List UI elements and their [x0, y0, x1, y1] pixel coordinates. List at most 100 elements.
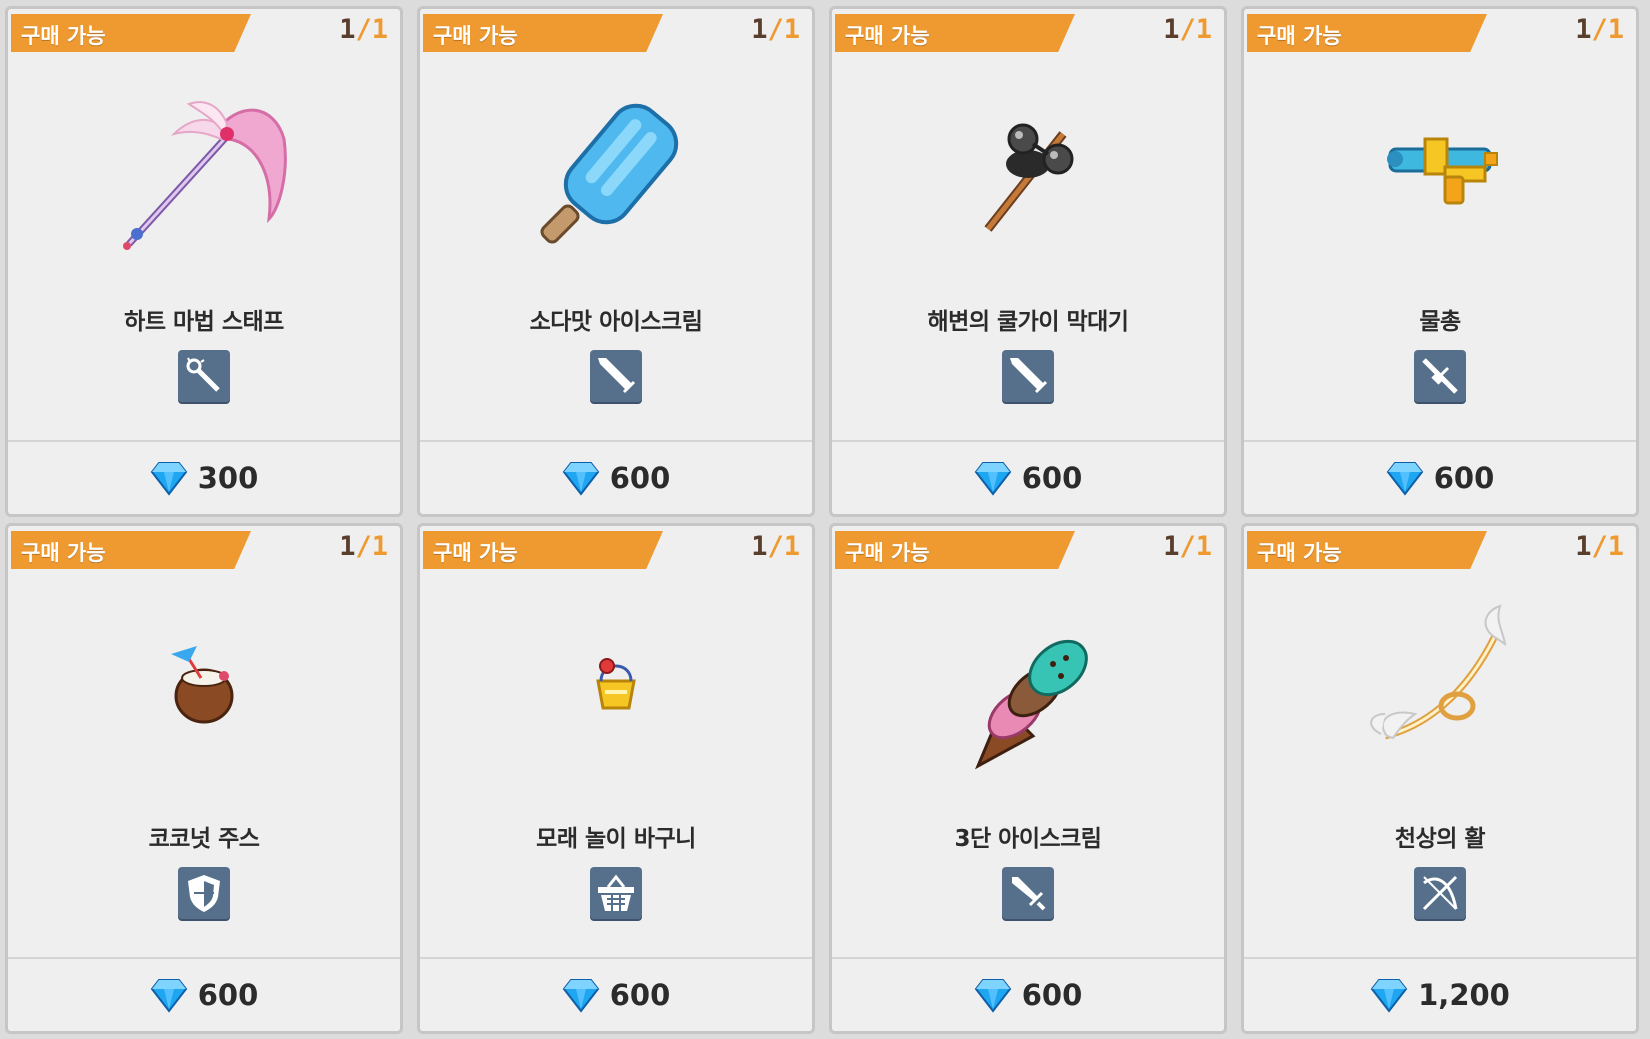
shield-type-icon	[178, 867, 230, 919]
water-gun-image	[1387, 137, 1498, 205]
count-separator: /	[355, 531, 372, 562]
price-footer[interactable]: 600	[1244, 440, 1636, 514]
badge-label: 구매 가능	[1257, 541, 1342, 565]
gun-type-icon	[1414, 350, 1466, 402]
item-name: 코코넛 주스	[148, 826, 260, 852]
pink-scythe-staff-image	[123, 101, 287, 250]
count-separator: /	[355, 14, 372, 45]
available-badge: 구매 가능	[423, 531, 663, 569]
item-name: 천상의 활	[1394, 826, 1486, 852]
purchase-count: 1/1	[339, 531, 388, 562]
count-max: 1	[783, 531, 800, 562]
sand-bucket-image	[596, 658, 636, 710]
winged-bow-image	[1370, 604, 1507, 740]
price-value: 600	[1021, 978, 1083, 1012]
count-current: 1	[1163, 531, 1180, 562]
shop-item-card[interactable]: 구매 가능 1/1 물총 600	[1241, 6, 1639, 517]
purchase-count: 1/1	[1575, 14, 1624, 45]
triple-ice-cream-image	[974, 639, 1088, 770]
count-max: 1	[783, 14, 800, 45]
count-current: 1	[751, 14, 768, 45]
gem-icon	[150, 462, 187, 496]
price-value: 600	[197, 978, 259, 1012]
price-value: 1,200	[1418, 978, 1510, 1012]
badge-label: 구매 가능	[21, 541, 106, 565]
count-max: 1	[1607, 14, 1624, 45]
purchase-count: 1/1	[751, 14, 800, 45]
count-max: 1	[371, 531, 388, 562]
bow-type-icon	[1414, 867, 1466, 919]
available-badge: 구매 가능	[835, 14, 1075, 52]
gem-icon	[974, 462, 1011, 496]
price-footer[interactable]: 600	[420, 440, 812, 514]
badge-label: 구매 가능	[433, 24, 518, 48]
purchase-count: 1/1	[339, 14, 388, 45]
price-footer[interactable]: 300	[8, 440, 400, 514]
badge-label: 구매 가능	[21, 24, 106, 48]
shop-item-card[interactable]: 구매 가능 1/1 하트 마법 스태프 300	[5, 6, 403, 517]
purchase-count: 1/1	[1163, 531, 1212, 562]
blue-popsicle-image	[540, 103, 679, 244]
count-separator: /	[767, 531, 784, 562]
price-value: 600	[1433, 461, 1495, 495]
count-current: 1	[1163, 14, 1180, 45]
purchase-count: 1/1	[1575, 531, 1624, 562]
price-value: 600	[609, 978, 671, 1012]
badge-label: 구매 가능	[845, 541, 930, 565]
price-footer[interactable]: 600	[832, 440, 1224, 514]
gem-icon	[562, 462, 599, 496]
shop-item-card[interactable]: 구매 가능 1/1 소다맛 아이스크림 600	[417, 6, 815, 517]
price-footer[interactable]: 600	[420, 957, 812, 1031]
available-badge: 구매 가능	[1247, 531, 1487, 569]
price-footer[interactable]: 600	[832, 957, 1224, 1031]
count-max: 1	[1195, 531, 1212, 562]
count-current: 1	[1575, 531, 1592, 562]
available-badge: 구매 가능	[11, 531, 251, 569]
price-footer[interactable]: 600	[8, 957, 400, 1031]
purchase-count: 1/1	[751, 531, 800, 562]
shop-item-card[interactable]: 구매 가능 1/1 해변의 쿨가이 막대기 600	[829, 6, 1227, 517]
gem-icon	[974, 979, 1011, 1013]
gem-icon	[1370, 979, 1408, 1013]
badge-label: 구매 가능	[1257, 24, 1342, 48]
count-max: 1	[1607, 531, 1624, 562]
available-badge: 구매 가능	[423, 14, 663, 52]
sword-type-icon	[1002, 350, 1054, 402]
price-value: 600	[1021, 461, 1083, 495]
gem-icon	[562, 979, 599, 1013]
shop-item-card[interactable]: 구매 가능 1/1 천상의 활 1,200	[1241, 523, 1639, 1034]
purchase-count: 1/1	[1163, 14, 1212, 45]
item-name: 모래 놀이 바구니	[536, 826, 696, 852]
sunglasses-stick-image	[984, 123, 1074, 232]
price-footer[interactable]: 1,200	[1244, 957, 1636, 1031]
count-current: 1	[751, 531, 768, 562]
badge-label: 구매 가능	[433, 541, 518, 565]
badge-label: 구매 가능	[845, 24, 930, 48]
count-separator: /	[1591, 14, 1608, 45]
shop-item-card[interactable]: 구매 가능 1/1 모래 놀이 바구니 600	[417, 523, 815, 1034]
count-separator: /	[1179, 14, 1196, 45]
item-name: 3단 아이스크림	[954, 826, 1102, 852]
coconut-drink-image	[171, 646, 234, 724]
shop-item-card[interactable]: 구매 가능 1/1 코코넛 주스 600	[5, 523, 403, 1034]
short-sword-type-icon	[1002, 867, 1054, 919]
shop-item-card[interactable]: 구매 가능 1/1 3단 아이스크림 600	[829, 523, 1227, 1034]
available-badge: 구매 가능	[11, 14, 251, 52]
gem-icon	[1386, 462, 1423, 496]
count-current: 1	[339, 14, 356, 45]
item-name: 물총	[1419, 309, 1461, 335]
item-name: 소다맛 아이스크림	[529, 309, 703, 335]
count-separator: /	[1591, 531, 1608, 562]
sword-type-icon	[590, 350, 642, 402]
price-value: 300	[197, 461, 259, 495]
count-separator: /	[1179, 531, 1196, 562]
count-max: 1	[1195, 14, 1212, 45]
price-value: 600	[609, 461, 671, 495]
available-badge: 구매 가능	[835, 531, 1075, 569]
magic-staff-type-icon	[178, 350, 230, 402]
basket-type-icon	[590, 867, 642, 919]
item-name: 하트 마법 스태프	[124, 309, 284, 335]
count-separator: /	[767, 14, 784, 45]
count-current: 1	[339, 531, 356, 562]
available-badge: 구매 가능	[1247, 14, 1487, 52]
